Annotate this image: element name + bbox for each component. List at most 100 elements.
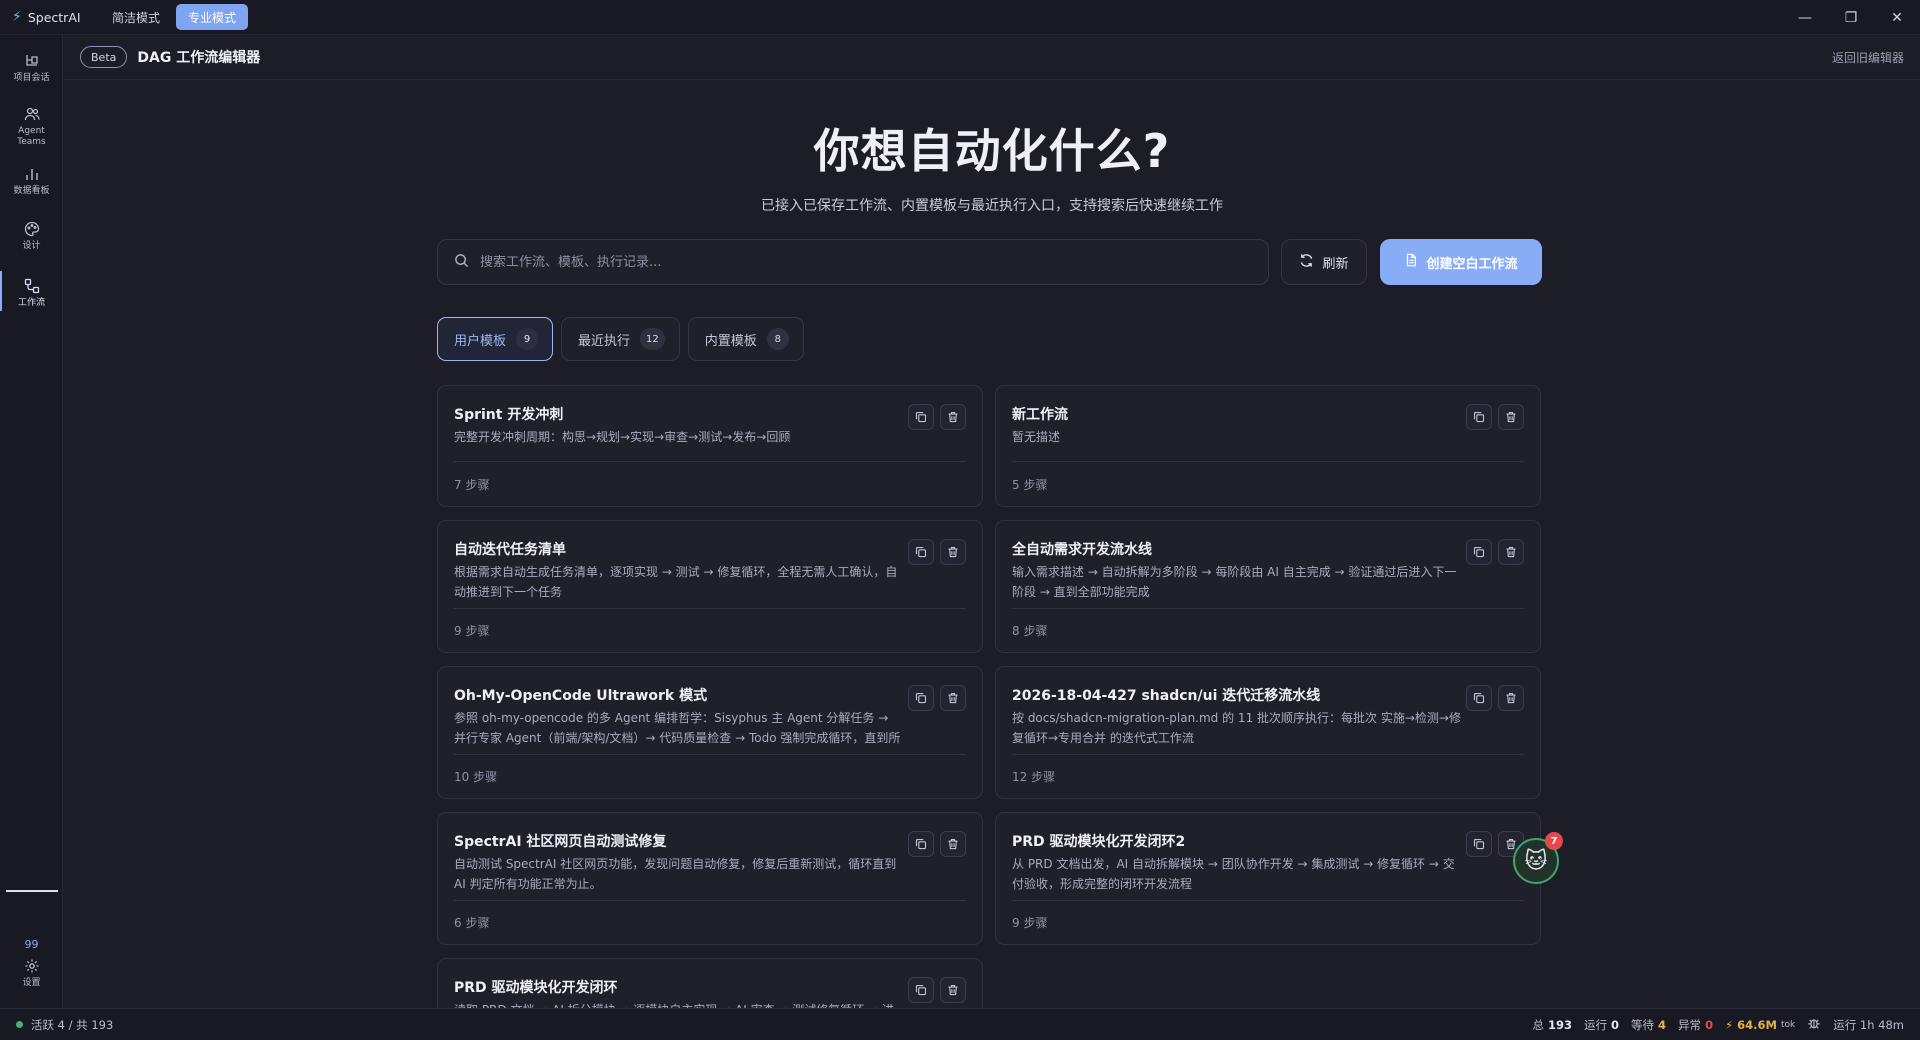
trash-icon[interactable]: [1498, 685, 1524, 711]
tab-user-templates[interactable]: 用户模板 9: [437, 317, 554, 361]
sidebar-item-workflow[interactable]: 工作流: [0, 271, 63, 311]
card-actions: [908, 404, 966, 430]
workflow-card[interactable]: SpectrAI 社区网页自动测试修复 自动测试 SpectrAI 社区网页功能…: [437, 812, 983, 945]
stat-tokens: ⚡ 64.6M tok: [1725, 1018, 1795, 1032]
restore-icon[interactable]: ❐: [1828, 0, 1874, 35]
assistant-mascot-button[interactable]: 🐱 7: [1513, 832, 1563, 884]
project-sessions-icon: [23, 52, 41, 70]
card-steps: 6 步骤: [454, 916, 490, 930]
page-title: DAG 工作流编辑器: [137, 50, 261, 66]
tab-builtin-templates[interactable]: 内置模板 8: [687, 317, 804, 361]
create-label: 创建空白工作流: [1426, 256, 1518, 272]
tab-recent-runs[interactable]: 最近执行 12: [561, 317, 680, 361]
sidebar-item-label: 工作流: [17, 298, 45, 308]
copy-icon[interactable]: [1466, 404, 1492, 430]
trash-icon[interactable]: [940, 685, 966, 711]
simple-mode-button[interactable]: 简洁模式: [100, 4, 172, 30]
refresh-label: 刷新: [1322, 256, 1349, 272]
card-title: Sprint 开发冲刺: [454, 407, 564, 423]
copy-icon[interactable]: [908, 539, 934, 565]
trash-icon[interactable]: [940, 404, 966, 430]
card-steps: 12 步骤: [1012, 770, 1056, 784]
trash-icon[interactable]: [1498, 404, 1524, 430]
search-input[interactable]: [480, 254, 1240, 270]
copy-icon[interactable]: [1466, 539, 1492, 565]
close-icon[interactable]: ✕: [1874, 0, 1920, 35]
stat-value: 193: [1548, 1017, 1573, 1032]
card-actions: [908, 539, 966, 565]
stat-label: 异常: [1678, 1017, 1702, 1032]
cat-face-icon: 🐱: [1524, 848, 1548, 874]
editor-header: Beta DAG 工作流编辑器 返回旧编辑器: [64, 35, 1920, 80]
workflow-card[interactable]: 自动迭代任务清单 根据需求自动生成任务清单，逐项实现 → 测试 → 修复循环，全…: [437, 520, 983, 653]
card-description: 暂无描述: [1012, 430, 1061, 444]
sidebar-item-design[interactable]: 设计: [0, 220, 63, 252]
dashboard-icon: [23, 165, 41, 183]
refresh-icon: [1299, 253, 1314, 272]
uptime: 运行 1h 48m: [1833, 1017, 1904, 1032]
card-description: 自动测试 SpectrAI 社区网页功能，发现问题自动修复，修复后重新测试，循环…: [454, 857, 897, 891]
create-blank-workflow-button[interactable]: 创建空白工作流: [1380, 239, 1542, 285]
workflow-card[interactable]: 新工作流 暂无描述 5 步骤: [995, 385, 1541, 507]
card-title: SpectrAI 社区网页自动测试修复: [454, 834, 667, 850]
copy-icon[interactable]: [908, 831, 934, 857]
sidebar-item-settings[interactable]: 设置: [0, 957, 63, 989]
copy-icon[interactable]: [908, 404, 934, 430]
minimize-icon[interactable]: —: [1782, 0, 1828, 35]
sidebar-item-label: 设计: [22, 241, 41, 251]
card-title: PRD 驱动模块化开发闭环2: [1012, 834, 1186, 850]
card-actions: [1466, 404, 1524, 430]
workflow-card[interactable]: Oh-My-OpenCode Ultrawork 模式 参照 oh-my-ope…: [437, 666, 983, 799]
sidebar-item-sessions[interactable]: 项目会话: [0, 52, 63, 84]
trash-icon[interactable]: [940, 831, 966, 857]
card-description: 读取 PRD 文档 → AI 拆分模块 → 逐模块自主实现 → AI 审查 → …: [454, 1000, 904, 1008]
hero-title: 你想自动化什么?: [813, 124, 1171, 178]
card-steps: 10 步骤: [454, 770, 498, 784]
hero-subtitle: 已接入已保存工作流、内置模板与最近执行入口，支持搜索后快速继续工作: [761, 198, 1223, 214]
copy-icon[interactable]: [1466, 685, 1492, 711]
card-description: 按 docs/shadcn-migration-plan.md 的 11 批次顺…: [1012, 711, 1461, 745]
card-actions: [908, 831, 966, 857]
search-icon: [454, 253, 470, 272]
stat-unit: tok: [1780, 1019, 1796, 1030]
beta-badge: Beta: [80, 46, 128, 68]
card-divider: [454, 754, 966, 755]
stat-label: 总: [1532, 1017, 1545, 1032]
stat-value: 64.6M: [1737, 1017, 1777, 1032]
document-icon: [1404, 253, 1418, 271]
card-title: 全自动需求开发流水线: [1012, 542, 1152, 558]
sidebar-item-dashboard[interactable]: 数据看板: [0, 165, 63, 197]
trash-icon[interactable]: [1498, 539, 1524, 565]
tab-count: 12: [640, 328, 665, 350]
workflow-icon: [23, 277, 41, 295]
sidebar-item-label: 项目会话: [13, 73, 50, 83]
card-description: 从 PRD 文档出发，AI 自动拆解模块 → 团队协作开发 → 集成测试 → 修…: [1012, 857, 1455, 891]
workflow-card[interactable]: Sprint 开发冲刺 完整开发冲刺周期：构思→规划→实现→审查→测试→发布→回…: [437, 385, 983, 507]
trash-icon[interactable]: [940, 539, 966, 565]
pro-mode-button[interactable]: 专业模式: [176, 4, 249, 30]
stat-waiting: 等待 4: [1631, 1017, 1666, 1033]
workflow-card[interactable]: 2026-18-04-427 shadcn/ui 迭代迁移流水线 按 docs/…: [995, 666, 1541, 799]
hero: 你想自动化什么? 已接入已保存工作流、内置模板与最近执行入口，支持搜索后快速继续…: [64, 115, 1920, 215]
stat-value: 4: [1658, 1017, 1667, 1032]
trash-icon[interactable]: [940, 977, 966, 1003]
workflow-card[interactable]: PRD 驱动模块化开发闭环2 从 PRD 文档出发，AI 自动拆解模块 → 团队…: [995, 812, 1541, 945]
sidebar-count: 99: [24, 938, 39, 951]
title-bar: ⚡ SpectrAI 简洁模式 专业模式 — ❐ ✕: [0, 0, 1920, 35]
workflow-card[interactable]: 全自动需求开发流水线 输入需求描述 → 自动拆解为多阶段 → 每阶段由 AI 自…: [995, 520, 1541, 653]
stat-error: 异常 0: [1678, 1017, 1713, 1033]
app-brand: ⚡ SpectrAI: [0, 9, 96, 25]
sidebar-item-agent-teams[interactable]: Agent Teams: [0, 105, 63, 148]
card-divider: [1012, 461, 1524, 462]
stat-label: 等待: [1631, 1017, 1655, 1032]
tab-count: 8: [766, 328, 789, 350]
refresh-button[interactable]: 刷新: [1281, 239, 1367, 285]
workflow-card[interactable]: PRD 驱动模块化开发闭环 读取 PRD 文档 → AI 拆分模块 → 逐模块自…: [437, 958, 983, 1008]
bug-icon[interactable]: [1807, 1016, 1821, 1033]
copy-icon[interactable]: [1466, 831, 1492, 857]
copy-icon[interactable]: [908, 977, 934, 1003]
copy-icon[interactable]: [908, 685, 934, 711]
card-actions: [1466, 685, 1524, 711]
card-actions: [908, 685, 966, 711]
back-to-old-editor-link[interactable]: 返回旧编辑器: [1832, 49, 1904, 66]
